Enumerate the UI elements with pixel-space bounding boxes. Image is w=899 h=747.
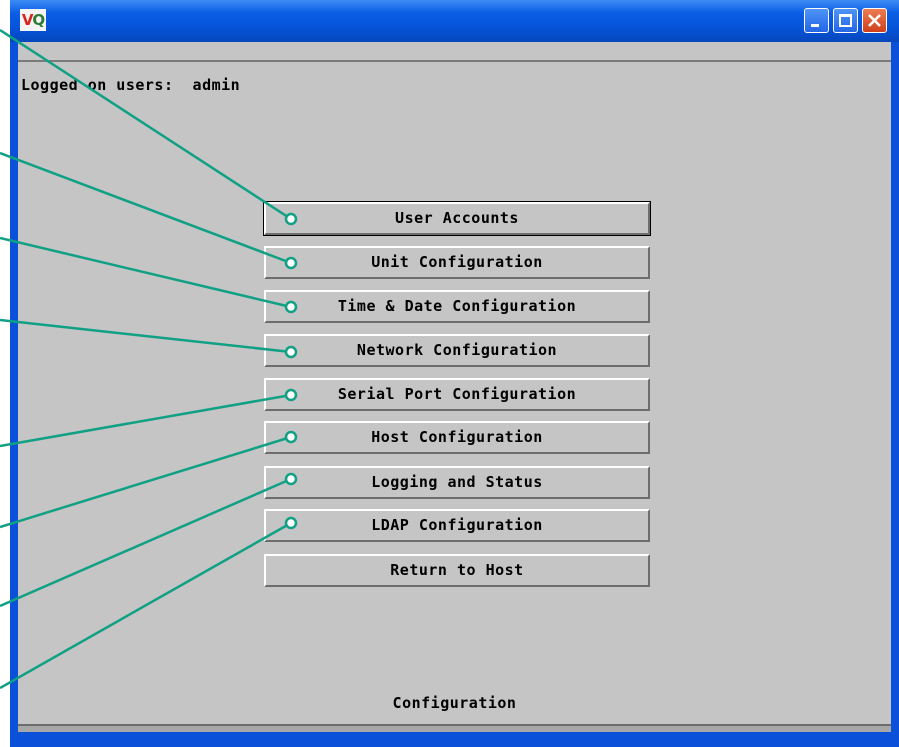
status-label: Configuration bbox=[392, 694, 517, 712]
user-accounts-button[interactable]: User Accounts bbox=[263, 201, 651, 236]
app-logo-letter-v: V bbox=[21, 11, 34, 29]
close-button[interactable] bbox=[862, 8, 887, 33]
minimize-button[interactable] bbox=[804, 8, 829, 33]
host-configuration-button[interactable]: Host Configuration bbox=[264, 421, 650, 454]
logging-and-status-button[interactable]: Logging and Status bbox=[264, 466, 650, 499]
app-logo-letter-q: Q bbox=[32, 11, 45, 29]
bottom-strip bbox=[18, 726, 891, 732]
return-to-host-button[interactable]: Return to Host bbox=[264, 554, 650, 587]
network-configuration-button[interactable]: Network Configuration bbox=[264, 334, 650, 367]
title-bar[interactable]: VQ bbox=[10, 0, 899, 42]
app-logo-icon[interactable]: VQ bbox=[20, 9, 46, 31]
logged-users-text: Logged on users: admin bbox=[21, 76, 241, 94]
minimize-icon bbox=[811, 24, 819, 27]
top-divider bbox=[18, 60, 891, 62]
close-icon bbox=[868, 14, 881, 27]
unit-configuration-button[interactable]: Unit Configuration bbox=[264, 246, 650, 279]
client-area: Logged on users: admin User Accounts Uni… bbox=[18, 42, 891, 732]
maximize-icon bbox=[839, 14, 852, 27]
maximize-button[interactable] bbox=[833, 8, 858, 33]
time-date-configuration-button[interactable]: Time & Date Configuration bbox=[264, 290, 650, 323]
app-window: VQ Logged on users: admin User Accounts … bbox=[10, 0, 899, 747]
serial-port-configuration-button[interactable]: Serial Port Configuration bbox=[264, 378, 650, 411]
ldap-configuration-button[interactable]: LDAP Configuration bbox=[264, 509, 650, 542]
